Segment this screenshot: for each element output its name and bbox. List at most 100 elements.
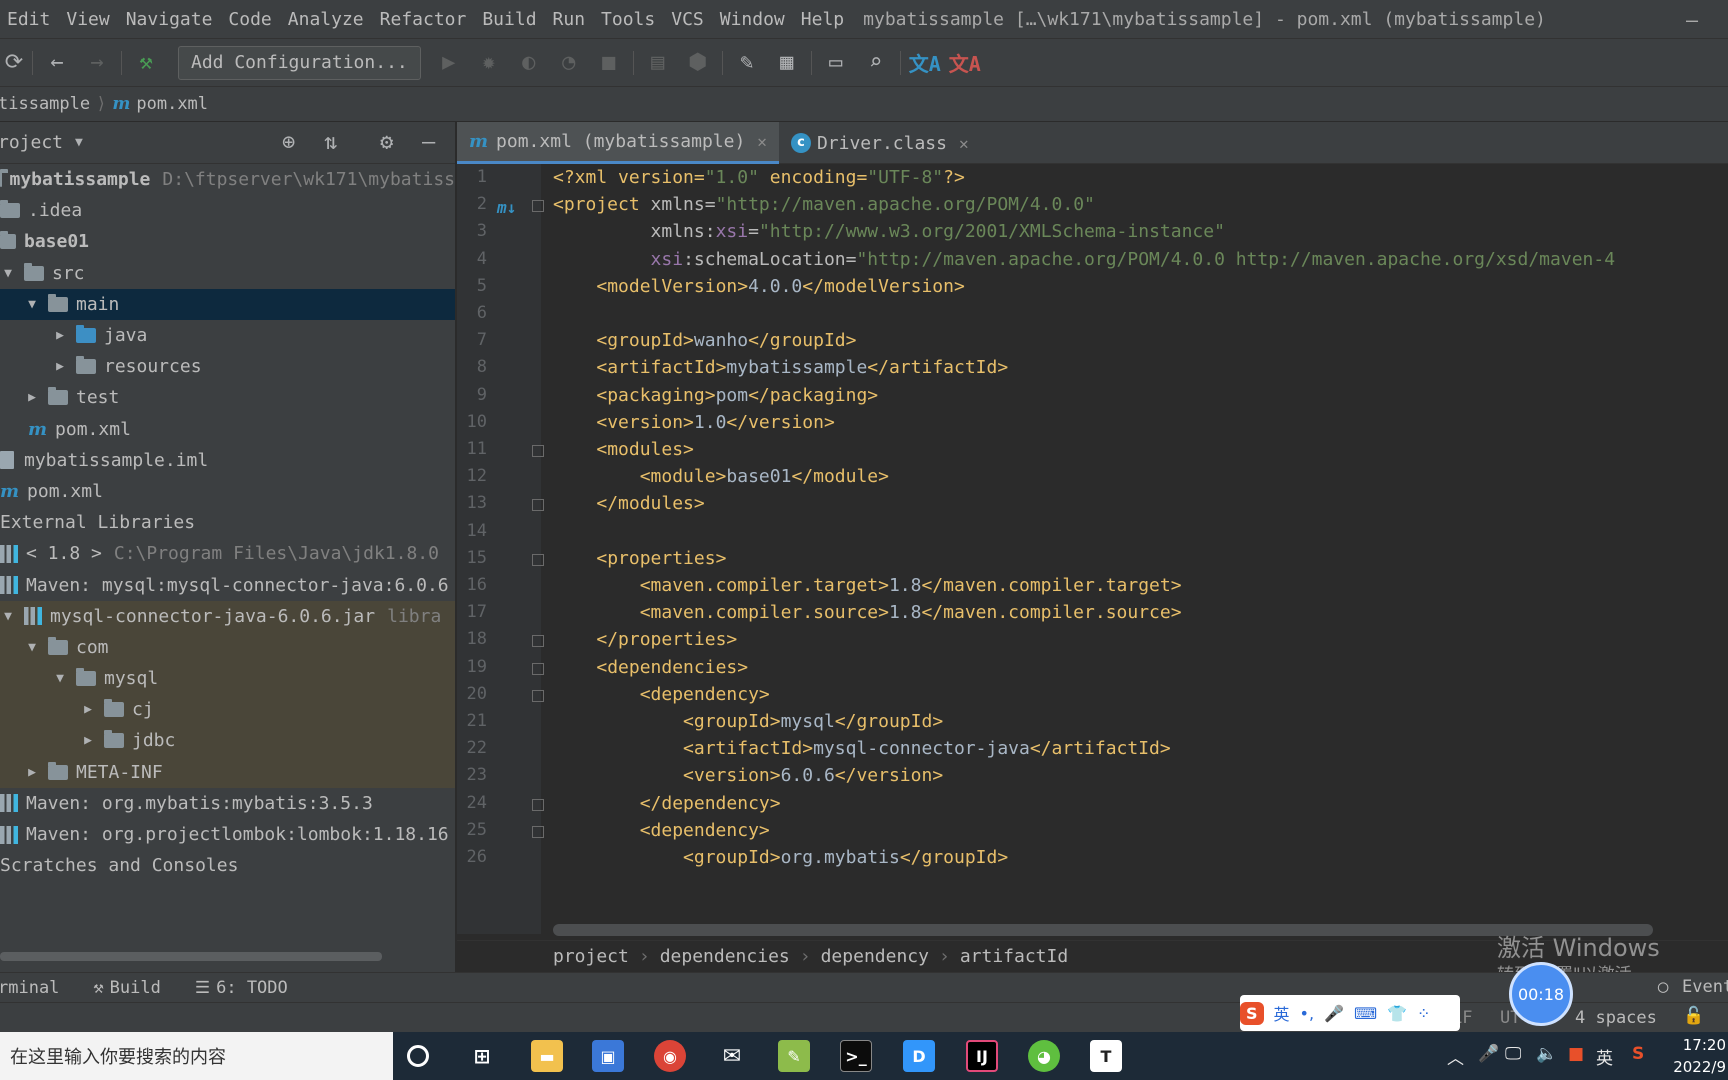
tree-item[interactable]: ▶ cj (0, 694, 455, 726)
tree-item[interactable]: mybatissample.iml (0, 445, 455, 476)
project-structure-icon[interactable]: ▦ (767, 43, 807, 83)
collapse-all-icon[interactable]: ⇅ (324, 130, 337, 155)
code-line[interactable]: <groupId>org.mybatis</groupId> (553, 843, 1008, 873)
gear-icon[interactable]: ⚙ (380, 130, 393, 155)
sogou-s-tray-icon[interactable]: S (1632, 1044, 1644, 1064)
tree-item[interactable]: ▼ mysql-connector-java-6.0.6.jar libra (0, 600, 455, 632)
code-line[interactable]: <packaging>pom</packaging> (553, 381, 878, 411)
event-log-button[interactable]: Event (1682, 977, 1728, 997)
fold-marker-icon[interactable] (532, 825, 544, 838)
code-line[interactable]: <version>1.0</version> (553, 408, 834, 438)
menu-vcs[interactable]: VCS (664, 9, 713, 30)
tree-item[interactable]: ▼ src (0, 258, 455, 289)
menu-help[interactable]: Help (794, 9, 853, 30)
code-line[interactable]: <groupId>mysql</groupId> (553, 707, 943, 737)
code-line[interactable]: </modules> (553, 489, 704, 519)
code-line[interactable]: <modules> (553, 435, 694, 465)
chrome-icon[interactable]: ◉ (654, 1040, 686, 1072)
locate-icon[interactable]: ⊕ (282, 130, 295, 155)
network-icon[interactable]: 🖵 (1505, 1044, 1521, 1064)
tab-pom-xml[interactable]: m pom.xml (mybatissample) ✕ (457, 122, 779, 164)
taskbar-clock[interactable]: 17:20 2022/9 (1673, 1034, 1726, 1078)
menu-code[interactable]: Code (221, 9, 280, 30)
code-line[interactable]: <modelVersion>4.0.0</modelVersion> (553, 272, 964, 302)
input-language-indicator[interactable]: 英 (1596, 1044, 1613, 1069)
profiler-icon[interactable]: ⬢ (678, 43, 718, 83)
store-icon[interactable]: ▣ (592, 1040, 624, 1072)
tree-item[interactable]: Maven: org.mybatis:mybatis:3.5.3 (0, 788, 455, 819)
code-line[interactable]: <?xml version="1.0" encoding="UTF-8"?> (553, 163, 965, 193)
expanded-arrow-icon[interactable]: ▼ (0, 266, 16, 281)
translate-replace-icon[interactable]: 文A (945, 43, 985, 83)
maven-gutter-icon[interactable]: m↓ (497, 198, 516, 217)
toolbox-icon[interactable]: ⁘ (1417, 1004, 1430, 1023)
task-view-icon[interactable]: ⊞ (466, 1040, 498, 1072)
lock-icon[interactable]: 🔓 (1683, 1006, 1704, 1026)
translate-icon[interactable]: 文A (905, 43, 945, 83)
tree-item[interactable]: m pom.xml (0, 414, 455, 445)
microphone-icon[interactable]: 🎤 (1324, 1004, 1344, 1023)
menu-run[interactable]: Run (546, 9, 595, 30)
breadcrumb-dependencies[interactable]: dependencies (660, 946, 790, 967)
fold-marker-icon[interactable] (532, 662, 544, 675)
code-line[interactable]: <project xmlns="http://maven.apache.org/… (553, 190, 1095, 220)
tree-item[interactable]: m pom.xml (0, 476, 455, 507)
tree-item[interactable]: Maven: org.projectlombok:lombok:1.18.16 (0, 819, 455, 850)
sogou-tray-icon[interactable]: ■ (1568, 1044, 1584, 1064)
fold-marker-icon[interactable] (532, 200, 544, 213)
tree-item[interactable]: mybatissample D:\ftpserver\wk171\mybatiss (0, 164, 455, 195)
attach-icon[interactable]: ▤ (638, 43, 678, 83)
code-line[interactable]: <dependency> (553, 816, 770, 846)
code-line[interactable]: <artifactId>mysql-connector-java</artifa… (553, 734, 1171, 764)
editor-horizontal-scrollbar[interactable] (553, 924, 1653, 936)
tree-item[interactable]: .idea (0, 195, 455, 226)
code-line[interactable]: <maven.compiler.target>1.8</maven.compil… (553, 571, 1182, 601)
file-explorer-icon[interactable]: ▬ (531, 1040, 563, 1072)
recording-timer[interactable]: 00:18 (1509, 962, 1573, 1026)
notepad-plus-icon[interactable]: ✎ (778, 1040, 810, 1072)
tree-item[interactable]: base01 (0, 226, 455, 257)
collapsed-arrow-icon[interactable]: ▶ (24, 765, 40, 780)
tree-item[interactable]: ▶ java (0, 320, 455, 351)
chevron-down-icon[interactable]: ▼ (75, 135, 83, 150)
ime-toolbar[interactable]: S 英 •, 🎤 ⌨ 👕 ⁘ (1240, 995, 1460, 1031)
tray-expand-icon[interactable]: ︿ (1447, 1044, 1464, 1069)
terminal-window-icon[interactable]: ▭ (816, 43, 856, 83)
menu-view[interactable]: View (59, 9, 118, 30)
taskbar-search-box[interactable]: 在这里输入你要搜索的内容 (0, 1032, 393, 1080)
code-line[interactable]: <groupId>wanho</groupId> (553, 326, 856, 356)
fold-marker-icon[interactable] (532, 499, 544, 512)
stop-icon[interactable]: ■ (589, 43, 629, 83)
code-editor[interactable]: <?xml version="1.0" encoding="UTF-8"?> <p… (553, 164, 1728, 934)
code-line[interactable]: <version>6.0.6</version> (553, 761, 943, 791)
breadcrumb-dependency[interactable]: dependency (821, 946, 929, 967)
build-hammer-icon[interactable]: ⚒ (126, 43, 166, 83)
hide-icon[interactable]: — (422, 130, 435, 155)
menu-build[interactable]: Build (475, 9, 545, 30)
tree-item[interactable]: Maven: mysql:mysql-connector-java:6.0.6 (0, 569, 455, 600)
volume-icon[interactable]: 🔈 (1536, 1044, 1557, 1064)
code-line[interactable]: <maven.compiler.source>1.8</maven.compil… (553, 598, 1182, 628)
cmd-icon[interactable]: >_ (840, 1040, 872, 1072)
debug-icon[interactable]: ✹ (469, 43, 509, 83)
collapsed-arrow-icon[interactable]: ▶ (24, 390, 40, 405)
typora-icon[interactable]: T (1090, 1040, 1122, 1072)
fold-marker-icon[interactable] (532, 798, 544, 811)
menu-window[interactable]: Window (713, 9, 794, 30)
minimize-button[interactable]: — (1686, 8, 1698, 32)
cortana-icon[interactable] (407, 1045, 429, 1067)
expanded-arrow-icon[interactable]: ▼ (24, 297, 40, 312)
menu-analyze[interactable]: Analyze (281, 9, 373, 30)
code-line[interactable]: <dependency> (553, 680, 770, 710)
code-line[interactable]: </properties> (553, 625, 737, 655)
todo-tool-button[interactable]: 6: TODO (216, 978, 288, 998)
code-line[interactable]: <artifactId>mybatissample</artifactId> (553, 353, 1008, 383)
fold-marker-icon[interactable] (532, 635, 544, 648)
fold-marker-icon[interactable] (532, 445, 544, 457)
code-line[interactable]: xmlns:xsi="http://www.w3.org/2001/XMLSch… (553, 217, 1225, 247)
tree-item[interactable]: ▶ jdbc (0, 725, 455, 757)
fold-marker-icon[interactable] (532, 689, 544, 702)
collapsed-arrow-icon[interactable]: ▶ (52, 359, 68, 374)
fold-marker-icon[interactable] (532, 553, 544, 566)
code-line[interactable]: <module>base01</module> (553, 462, 889, 492)
